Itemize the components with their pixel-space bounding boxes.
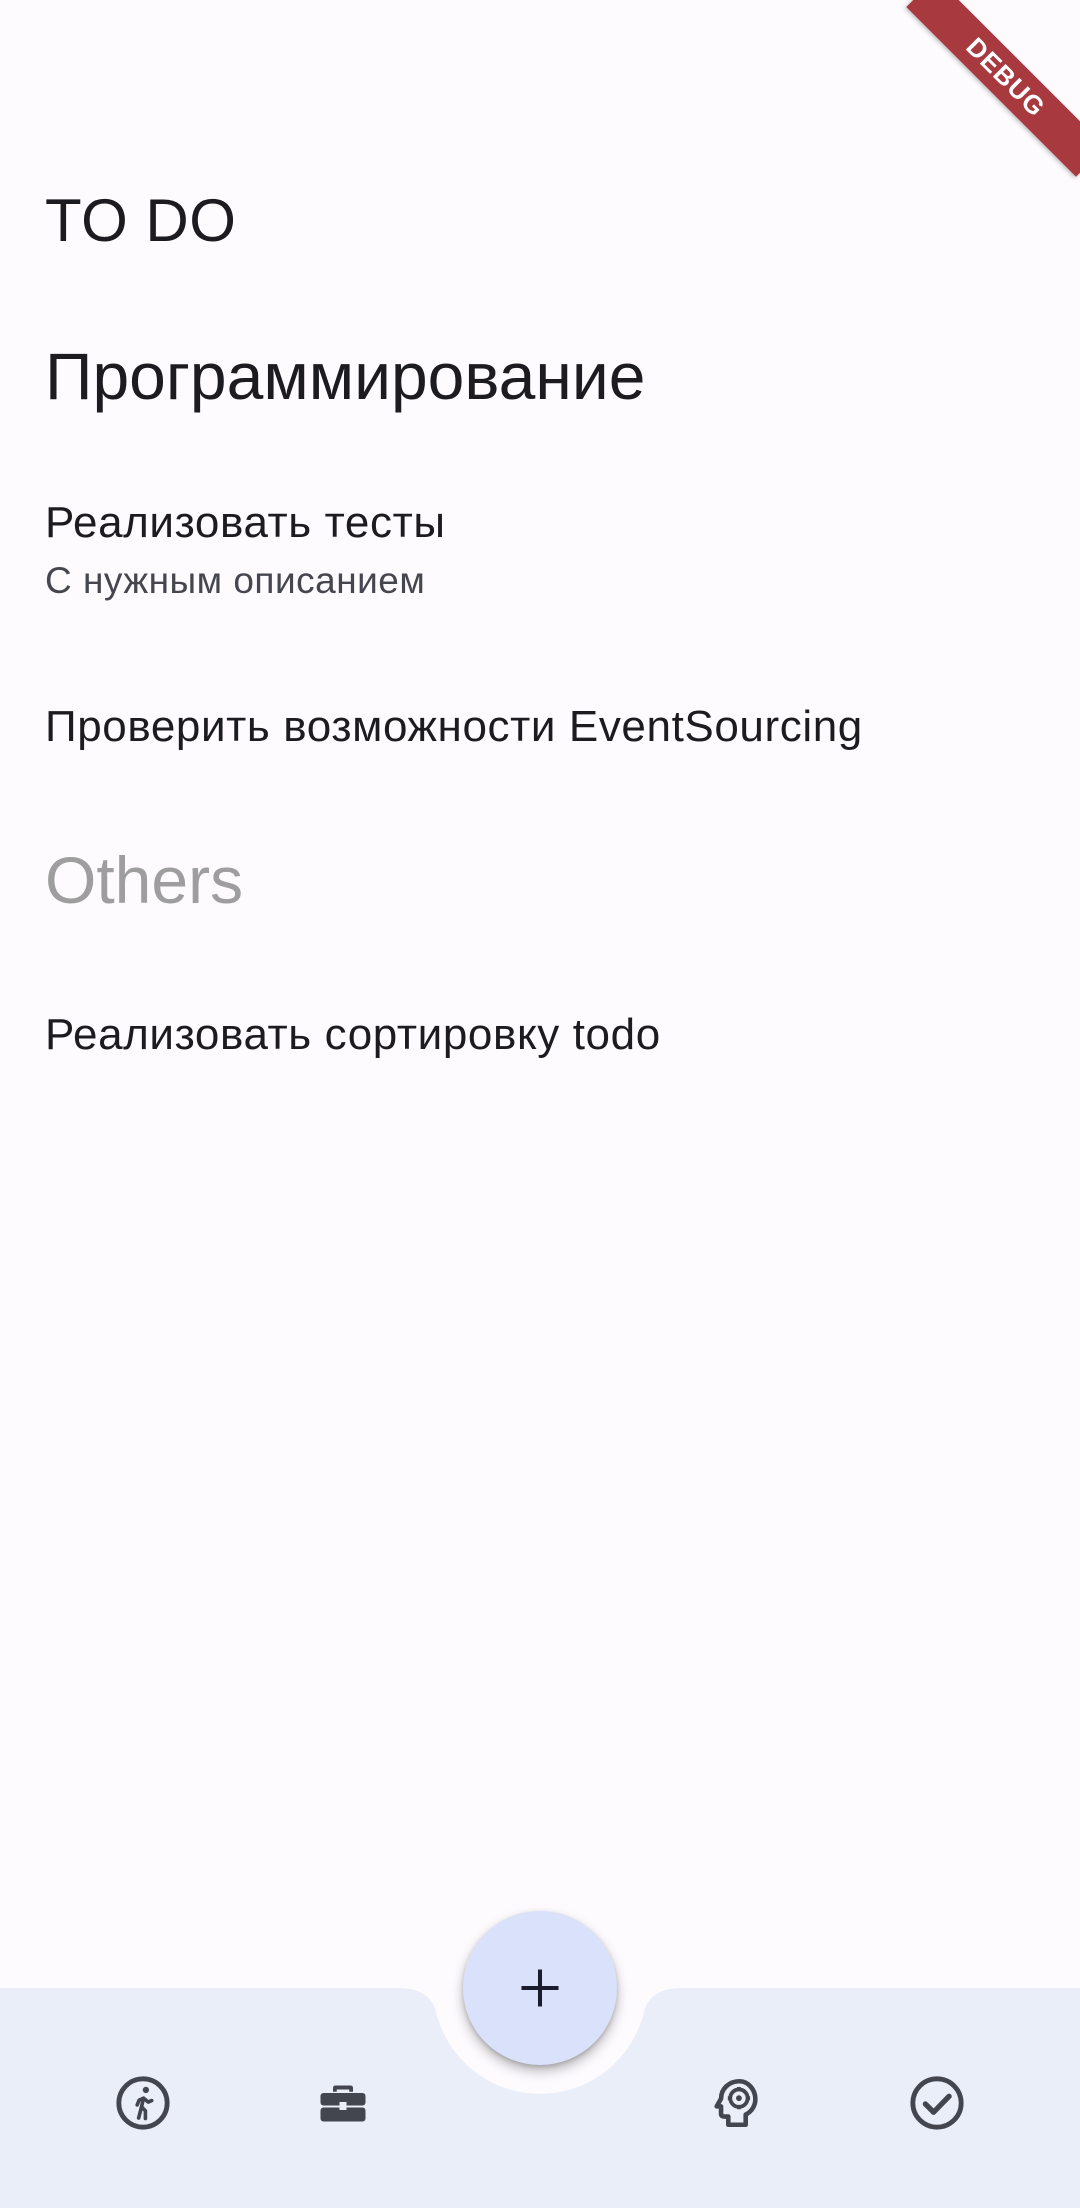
section-title-others: Others: [45, 843, 244, 917]
task-title: Реализовать сортировку todo: [45, 1010, 661, 1059]
app-screen: DEBUG TO DO Программирование Реализовать…: [0, 0, 1080, 2208]
nav-item-done[interactable]: [892, 2058, 982, 2148]
task-description: С нужным описанием: [45, 560, 426, 601]
briefcase-icon: [320, 2085, 366, 2122]
list-item[interactable]: Реализовать тесты С нужным описанием: [45, 497, 1035, 603]
nav-item-mind[interactable]: [692, 2058, 782, 2148]
list-item[interactable]: Реализовать сортировку todo: [45, 1009, 1035, 1061]
nav-item-work[interactable]: [298, 2058, 388, 2148]
debug-banner: DEBUG: [906, 0, 1080, 177]
nav-item-activity[interactable]: [98, 2058, 188, 2148]
plus-icon: [521, 1969, 559, 2007]
page-title: TO DO: [45, 187, 237, 254]
task-title: Реализовать тесты: [45, 498, 446, 547]
running-person-icon: [116, 2076, 170, 2130]
section-title-programming: Программирование: [45, 339, 646, 413]
task-title: Проверить возможности EventSourcing: [45, 702, 863, 751]
add-task-button[interactable]: [463, 1911, 617, 2065]
psychology-head-gear-icon: [714, 2078, 758, 2128]
check-circle-icon: [910, 2076, 964, 2130]
list-item[interactable]: Проверить возможности EventSourcing: [45, 701, 1035, 753]
